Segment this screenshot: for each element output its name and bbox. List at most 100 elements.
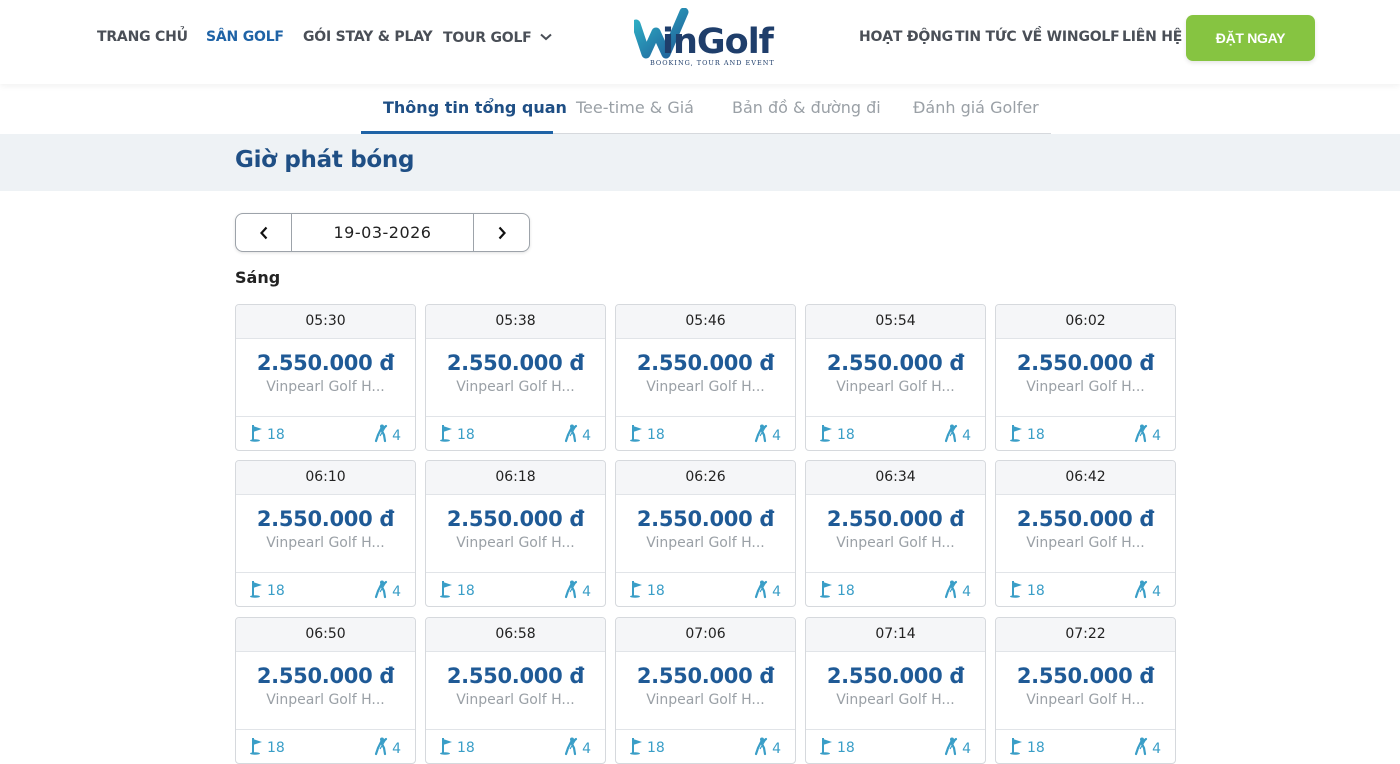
holes-count: 18 — [267, 740, 285, 756]
course-name: Vinpearl Golf H... — [836, 535, 955, 551]
holes-info: 18 — [439, 424, 475, 446]
golfer-icon — [1133, 424, 1152, 447]
tee-time-label: 05:54 — [806, 305, 985, 339]
golfer-icon — [1133, 580, 1152, 603]
tee-time-card[interactable]: 05:30 2.550.000 đ Vinpearl Golf H... 18 4 — [235, 304, 416, 451]
holes-info: 18 — [1009, 580, 1045, 602]
tab-map-directions[interactable]: Bản đồ & đường đi — [732, 98, 881, 117]
holes-info: 18 — [439, 737, 475, 759]
course-name: Vinpearl Golf H... — [646, 692, 765, 708]
players-count: 4 — [772, 740, 781, 757]
course-name: Vinpearl Golf H... — [456, 379, 575, 395]
nav-item-stay-play[interactable]: GÓI STAY & PLAY — [303, 29, 433, 45]
holes-count: 18 — [457, 427, 475, 443]
holes-count: 18 — [647, 740, 665, 756]
flag-icon — [1009, 737, 1027, 759]
tee-time-label: 06:18 — [426, 461, 605, 495]
course-name: Vinpearl Golf H... — [646, 535, 765, 551]
flag-icon — [629, 424, 647, 446]
tee-time-label: 05:30 — [236, 305, 415, 339]
tee-time-label: 06:50 — [236, 618, 415, 652]
tee-time-label: 05:46 — [616, 305, 795, 339]
section-title: Giờ phát bóng — [235, 147, 415, 173]
holes-count: 18 — [647, 583, 665, 599]
tee-time-footer: 18 4 — [996, 729, 1175, 763]
nav-item-news[interactable]: TIN TỨC — [955, 29, 1017, 45]
players-count: 4 — [582, 740, 591, 757]
nav-item-home[interactable]: TRANG CHỦ — [97, 29, 188, 45]
tee-time-footer: 18 4 — [806, 729, 985, 763]
course-name: Vinpearl Golf H... — [266, 535, 385, 551]
players-count: 4 — [392, 740, 401, 757]
holes-info: 18 — [819, 424, 855, 446]
tee-time-price: 2.550.000 đ — [256, 507, 395, 531]
golfer-icon — [943, 737, 962, 760]
tee-time-card[interactable]: 06:42 2.550.000 đ Vinpearl Golf H... 18 4 — [995, 460, 1176, 607]
flag-icon — [1009, 424, 1027, 446]
tee-time-card[interactable]: 05:46 2.550.000 đ Vinpearl Golf H... 18 4 — [615, 304, 796, 451]
tab-overview[interactable]: Thông tin tổng quan — [383, 98, 567, 117]
golfer-icon — [943, 580, 962, 603]
tee-time-footer: 18 4 — [806, 572, 985, 606]
flag-icon — [439, 737, 457, 759]
flag-icon — [249, 737, 267, 759]
holes-info: 18 — [819, 580, 855, 602]
tee-time-footer: 18 4 — [426, 416, 605, 450]
holes-count: 18 — [1027, 427, 1045, 443]
tee-time-card[interactable]: 06:02 2.550.000 đ Vinpearl Golf H... 18 4 — [995, 304, 1176, 451]
tee-time-card[interactable]: 07:14 2.550.000 đ Vinpearl Golf H... 18 4 — [805, 617, 986, 764]
players-info: 4 — [753, 737, 781, 760]
tee-time-card[interactable]: 06:34 2.550.000 đ Vinpearl Golf H... 18 4 — [805, 460, 986, 607]
players-info: 4 — [943, 737, 971, 760]
tee-time-card[interactable]: 06:26 2.550.000 đ Vinpearl Golf H... 18 4 — [615, 460, 796, 607]
players-info: 4 — [1133, 737, 1161, 760]
holes-count: 18 — [457, 740, 475, 756]
next-date-button[interactable] — [474, 214, 529, 251]
tee-time-label: 06:34 — [806, 461, 985, 495]
nav-item-contact[interactable]: LIÊN HỆ — [1122, 29, 1182, 45]
tee-time-footer: 18 4 — [236, 416, 415, 450]
section-header: Giờ phát bóng — [0, 134, 1400, 191]
book-now-button[interactable]: ĐẶT NGAY — [1186, 15, 1315, 61]
flag-icon — [819, 737, 837, 759]
flag-icon — [629, 737, 647, 759]
tee-time-card[interactable]: 06:10 2.550.000 đ Vinpearl Golf H... 18 4 — [235, 460, 416, 607]
course-name: Vinpearl Golf H... — [266, 379, 385, 395]
tab-golfer-reviews[interactable]: Đánh giá Golfer — [913, 98, 1039, 117]
tee-time-card[interactable]: 07:22 2.550.000 đ Vinpearl Golf H... 18 4 — [995, 617, 1176, 764]
players-info: 4 — [943, 424, 971, 447]
tee-time-card[interactable]: 06:18 2.550.000 đ Vinpearl Golf H... 18 4 — [425, 460, 606, 607]
tee-time-card[interactable]: 05:38 2.550.000 đ Vinpearl Golf H... 18 4 — [425, 304, 606, 451]
nav-item-activities[interactable]: HOẠT ĐỘNG — [859, 29, 953, 45]
holes-info: 18 — [249, 737, 285, 759]
tab-tee-time-price[interactable]: Tee-time & Giá — [576, 98, 694, 117]
nav-item-about[interactable]: VỀ WINGOLF — [1022, 29, 1120, 45]
players-info: 4 — [373, 737, 401, 760]
holes-count: 18 — [837, 583, 855, 599]
course-name: Vinpearl Golf H... — [266, 692, 385, 708]
wingolf-logo[interactable]: inGolf BOOKING, TOUR AND EVENT — [634, 8, 779, 70]
previous-date-button[interactable] — [236, 214, 291, 251]
course-name: Vinpearl Golf H... — [836, 379, 955, 395]
course-name: Vinpearl Golf H... — [1026, 535, 1145, 551]
selected-date[interactable]: 19-03-2026 — [291, 214, 474, 251]
tee-time-price: 2.550.000 đ — [636, 351, 775, 375]
golfer-icon — [373, 737, 392, 760]
course-name: Vinpearl Golf H... — [1026, 379, 1145, 395]
players-count: 4 — [1152, 583, 1161, 600]
holes-count: 18 — [457, 583, 475, 599]
tee-time-footer: 18 4 — [616, 729, 795, 763]
date-picker: 19-03-2026 — [235, 213, 530, 252]
golfer-icon — [943, 424, 962, 447]
tee-time-footer: 18 4 — [996, 416, 1175, 450]
nav-item-golf-tour[interactable]: TOUR GOLF — [443, 29, 552, 46]
flag-icon — [629, 580, 647, 602]
tee-time-card[interactable]: 06:50 2.550.000 đ Vinpearl Golf H... 18 4 — [235, 617, 416, 764]
tee-time-card[interactable]: 07:06 2.550.000 đ Vinpearl Golf H... 18 4 — [615, 617, 796, 764]
tee-time-footer: 18 4 — [426, 729, 605, 763]
nav-item-golf-courses[interactable]: SÂN GOLF — [206, 29, 284, 45]
tee-time-card[interactable]: 05:54 2.550.000 đ Vinpearl Golf H... 18 4 — [805, 304, 986, 451]
golfer-icon — [373, 424, 392, 447]
tee-time-card[interactable]: 06:58 2.550.000 đ Vinpearl Golf H... 18 4 — [425, 617, 606, 764]
tee-time-label: 07:14 — [806, 618, 985, 652]
